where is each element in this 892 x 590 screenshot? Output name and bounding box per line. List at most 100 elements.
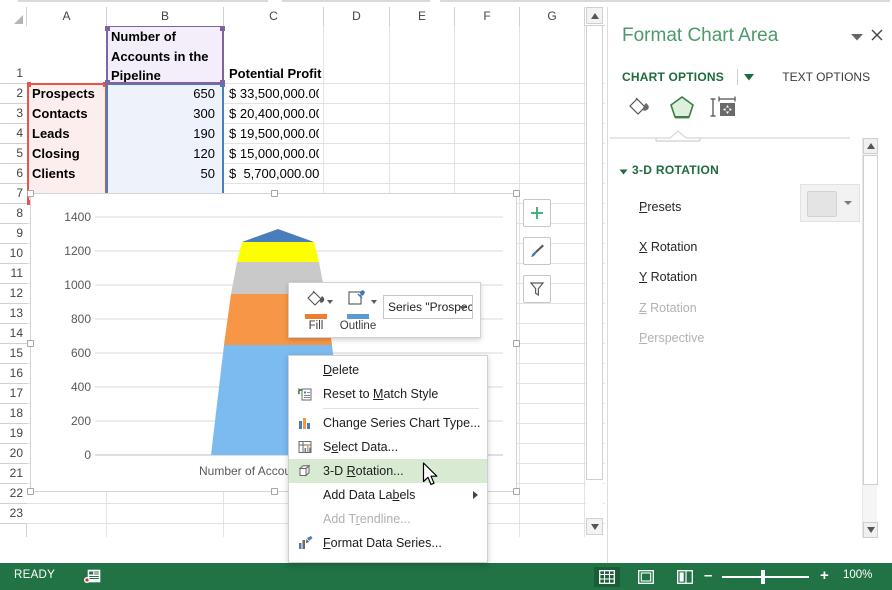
panel-scroll-down-button[interactable] [863,522,878,538]
view-page-layout-button[interactable] [633,567,659,587]
row-header-17[interactable]: 17 [0,384,27,404]
chart-styles-button[interactable] [523,237,551,265]
mini-toolbar[interactable]: Fill Outline Series "Prospec [288,282,481,338]
panel-close-button[interactable] [871,29,883,44]
row-header-2[interactable]: 2 [0,84,27,104]
cell-c2[interactable]: $ 33,500,000.00 [226,84,319,103]
zoom-slider-thumb[interactable] [761,570,765,584]
cell-a4[interactable]: Leads [29,124,105,143]
tab-text-options[interactable]: TEXT OPTIONS [782,70,870,84]
panel-vertical-scrollbar[interactable] [862,138,878,538]
cell-b2[interactable]: 650 [108,84,218,103]
fill-button[interactable]: Fill [293,286,339,336]
row-header-23[interactable]: 23 [0,504,27,524]
zoom-percent-label[interactable]: 100% [843,569,872,581]
row-header-1[interactable]: 1 [0,26,27,84]
vertical-scroll-thumb[interactable] [586,25,603,480]
row-header-15[interactable]: 15 [0,344,27,364]
cell-a3[interactable]: Contacts [29,104,105,123]
context-menu-item-select-data[interactable]: Select Data... [289,435,487,459]
presets-caret-icon[interactable] [844,201,852,205]
row-header-22[interactable]: 22 [0,484,27,504]
column-header-g[interactable]: G [520,7,585,26]
cell-c6[interactable]: $ 5,700,000.00 [226,164,319,183]
chart-resize-handle-bl[interactable] [27,488,34,495]
cell-b1[interactable]: Number of Accounts in the Pipeline [108,26,220,83]
row-header-5[interactable]: 5 [0,144,27,164]
cell-a5[interactable]: Closing [29,144,105,163]
row-header-20[interactable]: 20 [0,444,27,464]
zoom-out-button[interactable]: – [704,567,712,584]
column-header-d[interactable]: D [324,7,390,26]
chart-options-caret-icon[interactable] [743,68,758,85]
context-menu-item-add-data-labels[interactable]: Add Data Labels [289,483,487,507]
chart-resize-handle-tr[interactable] [513,190,520,197]
panel-tab-size-properties[interactable] [706,92,742,124]
zoom-slider-track[interactable] [722,576,809,578]
row-header-21[interactable]: 21 [0,464,27,484]
column-header-a[interactable]: A [27,7,107,26]
select-all-corner[interactable] [0,7,27,26]
cell-c4[interactable]: $ 19,500,000.00 [226,124,319,143]
worksheet-vertical-scrollbar[interactable] [586,7,603,535]
view-page-break-button[interactable] [672,567,698,587]
chart-resize-handle-br[interactable] [513,488,520,495]
row-header-19[interactable]: 19 [0,424,27,444]
context-menu-item-reset-to-match-style[interactable]: Reset to Match Style [289,382,487,406]
panel-scroll-up-button[interactable] [863,138,878,154]
row-header-18[interactable]: 18 [0,404,27,424]
cell-a6[interactable]: Clients [29,164,105,183]
column-header-c[interactable]: C [224,7,324,26]
chart-context-menu[interactable]: Delete Reset to Match Style Change Serie… [288,355,488,563]
cell-b6[interactable]: 50 [108,164,218,183]
panel-collapse-button[interactable] [851,29,863,44]
status-macro-icon[interactable] [84,568,102,589]
tab-chart-options[interactable]: CHART OPTIONS [622,70,724,84]
cell-b5[interactable]: 120 [108,144,218,163]
chart-filters-button[interactable] [523,275,551,303]
chart-resize-handle-mr[interactable] [513,340,520,347]
panel-tab-effects[interactable] [664,92,700,124]
zoom-in-button[interactable]: + [820,567,829,584]
chart-elements-button[interactable] [523,199,551,227]
cell-c3[interactable]: $ 20,400,000.00 [226,104,319,123]
context-menu-item-3d-rotation[interactable]: 3-D Rotation... [289,459,487,483]
scroll-up-button[interactable] [586,7,603,24]
cell-c1[interactable]: Potential Profit [226,63,346,85]
view-normal-button[interactable] [594,567,620,587]
context-menu-item-format-data-series[interactable]: Format Data Series... [289,531,487,555]
presets-gallery[interactable] [800,184,860,222]
row-header-12[interactable]: 12 [0,284,27,304]
cell-b4[interactable]: 190 [108,124,218,143]
panel-scroll-thumb[interactable] [863,155,878,485]
context-menu-item-delete[interactable]: Delete [289,358,487,382]
chart-resize-handle-tc[interactable] [271,190,278,197]
row-header-3[interactable]: 3 [0,104,27,124]
series-selector-combo[interactable]: Series "Prospec [383,295,473,319]
cell-c5[interactable]: $ 15,000,000.00 [226,144,319,163]
row-header-11[interactable]: 11 [0,264,27,284]
fill-dropdown-caret-icon[interactable] [327,300,333,304]
row-header-6[interactable]: 6 [0,164,27,184]
panel-tab-fill-line[interactable] [622,92,658,124]
context-menu-item-change-series-chart-type[interactable]: Change Series Chart Type... [289,411,487,435]
column-header-e[interactable]: E [390,7,455,26]
column-header-b[interactable]: B [107,7,224,26]
chart-resize-handle-bc[interactable] [271,488,278,495]
column-header-f[interactable]: F [455,7,520,26]
cell-b3[interactable]: 300 [108,104,218,123]
row-header-10[interactable]: 10 [0,244,27,264]
chart-resize-handle-ml[interactable] [27,340,34,347]
row-header-4[interactable]: 4 [0,124,27,144]
row-header-16[interactable]: 16 [0,364,27,384]
outline-button[interactable]: Outline [335,286,381,336]
row-header-9[interactable]: 9 [0,224,27,244]
outline-dropdown-caret-icon[interactable] [371,300,377,304]
cell-a2[interactable]: Prospects [29,84,105,103]
row-header-8[interactable]: 8 [0,204,27,224]
row-header-7[interactable]: 7 [0,184,27,204]
row-header-14[interactable]: 14 [0,324,27,344]
chart-resize-handle-tl[interactable] [27,190,34,197]
row-header-13[interactable]: 13 [0,304,27,324]
section-expand-icon[interactable] [619,169,628,175]
